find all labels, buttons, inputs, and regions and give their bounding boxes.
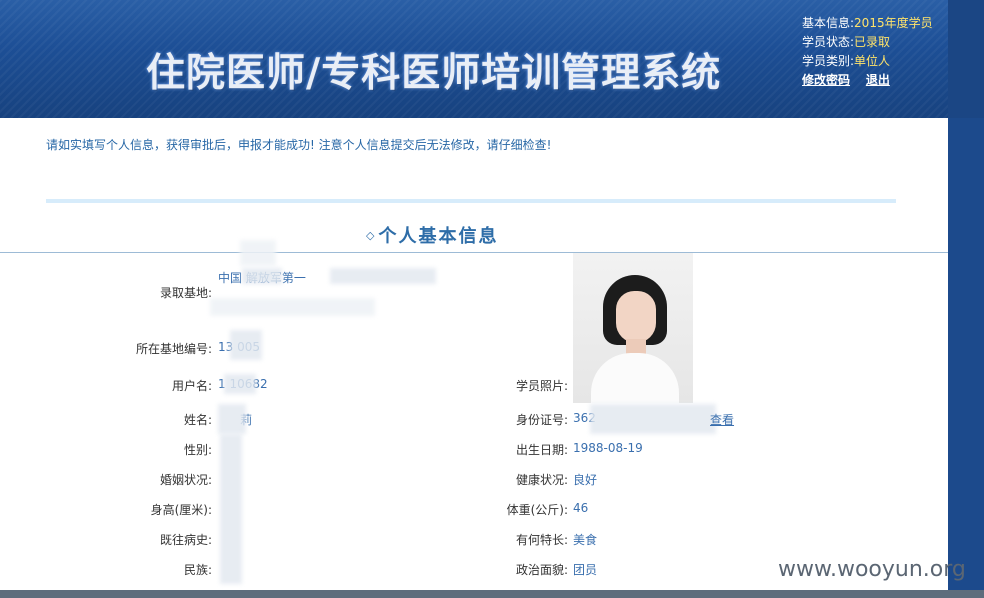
id-number-label: 身份证号: <box>515 413 568 427</box>
base-number-label: 所在基地编号: <box>135 342 212 356</box>
weight-value: 46 <box>573 501 589 515</box>
user-info-panel: 基本信息: 2015年度学员 学员状态: 已录取 学员类别: 单位人 修改密码 退出 <box>802 14 933 90</box>
health-value: 良好 <box>573 473 598 487</box>
section-divider <box>0 252 948 253</box>
marital-label: 婚姻状况: <box>159 473 212 487</box>
header-banner: 住院医师/专科医师培训管理系统 基本信息: 2015年度学员 学员状态: 已录取 学… <box>0 0 984 118</box>
photo-shirt <box>591 353 679 403</box>
redaction-block <box>242 268 282 284</box>
username-label: 用户名: <box>171 379 212 393</box>
status-value: 已录取 <box>854 35 891 49</box>
redaction-block <box>230 330 262 360</box>
history-label: 既往病史: <box>159 533 212 547</box>
redaction-block <box>218 404 246 434</box>
political-value: 团员 <box>573 563 598 577</box>
political-label: 政治面貌: <box>515 563 568 577</box>
height-label: 身高(厘米): <box>150 503 212 517</box>
redaction-block <box>220 434 242 584</box>
bottom-strip <box>0 590 984 598</box>
gender-label: 性别: <box>183 443 212 457</box>
specialty-label: 有何特长: <box>515 533 568 547</box>
specialty-value: 美食 <box>573 533 598 547</box>
student-photo <box>573 253 693 403</box>
notice-text: 请如实填写个人信息，获得审批后，申报才能成功! 注意个人信息提交后无法修改，请仔… <box>46 138 552 152</box>
type-value: 单位人 <box>854 54 891 68</box>
top-divider <box>46 199 896 203</box>
redaction-block <box>210 298 375 316</box>
watermark-text: www.wooyun.org <box>778 557 966 582</box>
system-title: 住院医师/专科医师培训管理系统 <box>146 51 722 96</box>
redaction-block <box>224 374 256 394</box>
basic-info-label: 基本信息: <box>802 16 855 30</box>
birth-value: 1988-08-19 <box>573 441 643 455</box>
header-right-band <box>948 0 984 118</box>
redaction-block <box>330 268 436 284</box>
type-label: 学员类别: <box>802 54 855 68</box>
change-password-link[interactable]: 修改密码 <box>802 73 850 87</box>
status-label: 学员状态: <box>802 35 855 49</box>
id-view-link[interactable]: 查看 <box>710 411 734 428</box>
redaction-block <box>590 404 716 434</box>
name-label: 姓名: <box>183 413 212 427</box>
logout-link[interactable]: 退出 <box>866 73 890 87</box>
basic-info-value: 2015年度学员 <box>854 16 933 30</box>
main-content: 请如实填写个人信息，获得审批后，申报才能成功! 注意个人信息提交后无法修改，请仔… <box>0 118 948 598</box>
redaction-block <box>240 240 276 266</box>
ethnicity-label: 民族: <box>183 563 212 577</box>
diamond-icon: ◇ <box>366 229 377 242</box>
photo-face <box>616 291 656 343</box>
photo-label: 学员照片: <box>515 379 568 393</box>
birth-label: 出生日期: <box>515 443 568 457</box>
section-title-text: 个人基本信息 <box>378 226 499 247</box>
weight-label: 体重(公斤): <box>506 503 568 517</box>
health-label: 健康状况: <box>515 473 568 487</box>
base-label: 录取基地: <box>159 286 212 300</box>
section-title: ◇ 个人基本信息 <box>366 222 498 248</box>
